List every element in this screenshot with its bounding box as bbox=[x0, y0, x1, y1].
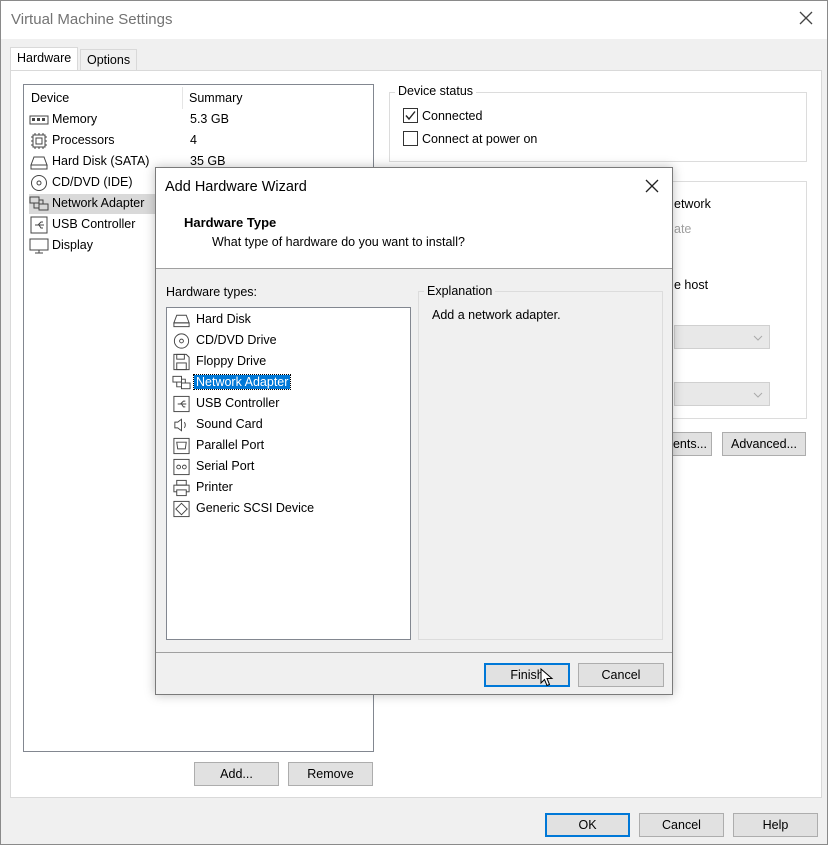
device-row-memory[interactable]: Memory 5.3 GB bbox=[29, 110, 369, 130]
serial-port-icon bbox=[172, 458, 191, 476]
usb-icon bbox=[172, 395, 191, 413]
speaker-icon bbox=[172, 416, 191, 434]
hw-item-label: USB Controller bbox=[196, 396, 280, 410]
device-name: CD/DVD (IDE) bbox=[52, 175, 133, 189]
tab-hardware[interactable]: Hardware bbox=[10, 47, 79, 71]
close-icon[interactable] bbox=[797, 9, 815, 27]
advanced-button[interactable]: Advanced... bbox=[722, 432, 806, 456]
explanation-text: Add a network adapter. bbox=[432, 308, 561, 322]
device-name: Processors bbox=[52, 133, 115, 147]
hw-item-label: Generic SCSI Device bbox=[196, 501, 315, 515]
host-partial-label: e host bbox=[674, 278, 709, 292]
explanation-group bbox=[418, 291, 663, 640]
connected-label: Connected bbox=[422, 109, 483, 123]
wizard-separator bbox=[156, 652, 672, 653]
device-summary: 4 bbox=[190, 133, 197, 147]
hw-item-label: Floppy Drive bbox=[196, 354, 267, 368]
device-summary: 5.3 GB bbox=[190, 112, 229, 126]
remove-device-button[interactable]: Remove bbox=[288, 762, 373, 786]
device-name: Network Adapter bbox=[52, 196, 145, 210]
help-button[interactable]: Help bbox=[733, 813, 818, 837]
wizard-subheading: What type of hardware do you want to ins… bbox=[212, 235, 465, 249]
add-device-button[interactable]: Add... bbox=[194, 762, 279, 786]
vmnet-select[interactable] bbox=[674, 325, 770, 349]
floppy-icon bbox=[172, 353, 191, 371]
hw-item-label: Parallel Port bbox=[196, 438, 265, 452]
wizard-header: Hardware Type What type of hardware do y… bbox=[156, 205, 672, 269]
memory-icon bbox=[29, 111, 49, 129]
parallel-port-icon bbox=[172, 437, 191, 455]
hard-disk-icon bbox=[29, 153, 49, 171]
hw-item-label: Serial Port bbox=[196, 459, 255, 473]
device-column-header[interactable]: Device bbox=[31, 91, 69, 105]
hw-item-label: Printer bbox=[196, 480, 233, 494]
lan-segment-select[interactable] bbox=[674, 382, 770, 406]
explanation-label: Explanation bbox=[424, 284, 496, 298]
hardware-types-label: Hardware types: bbox=[166, 285, 258, 299]
cancel-button[interactable]: Cancel bbox=[639, 813, 724, 837]
processor-icon bbox=[29, 132, 49, 150]
window-title: Virtual Machine Settings bbox=[11, 11, 173, 28]
hardware-types-list[interactable]: Hard Disk CD/DVD Drive Floppy Drive Netw… bbox=[166, 307, 411, 640]
column-divider bbox=[182, 87, 183, 109]
hw-item-label: Network Adapter bbox=[192, 374, 292, 390]
chevron-down-icon bbox=[753, 335, 763, 341]
usb-icon bbox=[29, 216, 49, 234]
network-adapter-icon bbox=[172, 374, 191, 392]
chevron-down-icon bbox=[753, 392, 763, 398]
connect-at-power-on-checkbox[interactable] bbox=[403, 131, 418, 146]
replicate-partial-label: ate bbox=[674, 222, 692, 236]
add-hardware-wizard-dialog: Add Hardware Wizard Hardware Type What t… bbox=[155, 167, 673, 695]
wizard-heading: Hardware Type bbox=[184, 215, 277, 230]
device-status-label: Device status bbox=[395, 84, 477, 98]
tab-options[interactable]: Options bbox=[80, 49, 138, 71]
network-adapter-icon bbox=[29, 195, 49, 213]
connect-at-power-on-label: Connect at power on bbox=[422, 132, 538, 146]
mouse-cursor-icon bbox=[540, 668, 554, 688]
device-name: Display bbox=[52, 238, 93, 252]
hw-item-label: CD/DVD Drive bbox=[196, 333, 277, 347]
scsi-icon bbox=[172, 500, 191, 518]
finish-button[interactable]: Finish bbox=[484, 663, 570, 687]
hw-item-label: Sound Card bbox=[196, 417, 263, 431]
printer-icon bbox=[172, 479, 191, 497]
bridged-network-partial-label: etwork bbox=[674, 197, 711, 211]
close-icon[interactable] bbox=[644, 178, 660, 194]
display-icon bbox=[29, 237, 49, 255]
connected-checkbox[interactable] bbox=[403, 108, 418, 123]
device-name: Hard Disk (SATA) bbox=[52, 154, 150, 168]
cd-dvd-icon bbox=[172, 332, 191, 350]
hard-disk-icon bbox=[172, 311, 191, 329]
device-status-group bbox=[389, 92, 807, 162]
cd-dvd-icon bbox=[29, 174, 49, 192]
ok-button[interactable]: OK bbox=[545, 813, 630, 837]
hw-item-label: Hard Disk bbox=[196, 312, 251, 326]
wizard-title: Add Hardware Wizard bbox=[165, 179, 307, 195]
wizard-title-bar: Add Hardware Wizard bbox=[156, 168, 672, 205]
summary-column-header[interactable]: Summary bbox=[189, 91, 242, 105]
device-name: Memory bbox=[52, 112, 98, 126]
wizard-cancel-button[interactable]: Cancel bbox=[578, 663, 664, 687]
device-name: USB Controller bbox=[52, 217, 136, 231]
title-bar: Virtual Machine Settings bbox=[1, 1, 827, 39]
device-summary: 35 GB bbox=[190, 154, 226, 168]
device-row-processors[interactable]: Processors 4 bbox=[29, 131, 369, 151]
